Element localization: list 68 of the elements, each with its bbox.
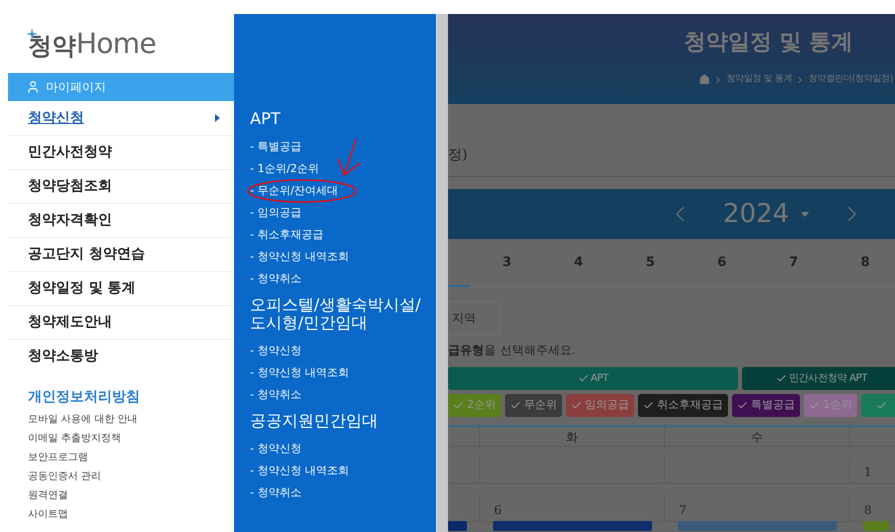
footer-link[interactable]: 이메일 추출방지정책 [28, 431, 234, 447]
calendar-cell: 8 [850, 494, 895, 522]
month-tab[interactable]: 4 [542, 252, 614, 272]
submenu-item[interactable]: - 청약신청 [250, 440, 302, 458]
policy-link[interactable]: 개인정보처리방침 [8, 387, 234, 408]
submenu-heading: 공공지원민간임대 [250, 412, 379, 430]
sidebar-item[interactable]: 청약신청 [8, 101, 234, 135]
dropdown-icon [801, 212, 810, 216]
calendar-cell: 6 [480, 494, 665, 522]
submenu-item[interactable]: - 취소후재공급 [250, 226, 324, 244]
check-icon [453, 400, 464, 411]
event-bar[interactable] [863, 520, 890, 531]
page-subtitle: 정) [448, 146, 468, 165]
weekday-header: 화 [480, 427, 665, 447]
submenu-item[interactable]: - 청약신청 내역조회 [250, 462, 349, 480]
month-tab[interactable]: 7 [758, 252, 830, 272]
filter-button[interactable]: 특별공급 [732, 394, 800, 417]
footer-link[interactable]: 사이트맵 [28, 507, 234, 523]
footer-link[interactable]: 모바일 사용에 대한 안내 [28, 412, 234, 428]
submenu-item[interactable]: - 특별공급 [250, 138, 302, 156]
page-title: 청약일정 및 통계 [684, 29, 854, 57]
submenu-heading: 오피스텔/생활숙박시설/도시형/민간임대 [250, 296, 422, 332]
submenu-item[interactable]: - 청약신청 [250, 342, 302, 360]
event-bar[interactable] [678, 520, 837, 531]
check-icon [510, 400, 521, 411]
check-icon [571, 400, 582, 411]
month-tab[interactable]: 8 [829, 252, 895, 272]
submenu-item[interactable]: - 청약신청 내역조회 [250, 364, 349, 382]
calendar-cell: 7 [665, 494, 850, 522]
footer-link[interactable]: 보안프로그램 [28, 450, 234, 466]
calendar-cell [448, 427, 480, 447]
tab-indicator [448, 285, 470, 287]
filter-button[interactable]: 취소후재공급 [638, 394, 728, 417]
month-tab[interactable]: 6 [686, 252, 758, 272]
month-tab[interactable]: 3 [471, 252, 543, 272]
instruction-text: 급유형을 선택해주세요. [448, 342, 577, 359]
calendar-cell: 1 [850, 457, 895, 484]
user-icon [26, 80, 40, 94]
check-icon [876, 400, 887, 411]
check-icon [809, 400, 820, 411]
submenu-item[interactable]: - 청약취소 [250, 270, 302, 288]
submenu-item[interactable]: - 청약취소 [250, 484, 302, 502]
region-tab[interactable]: 지역 [448, 301, 500, 335]
check-icon [578, 373, 589, 384]
mypage-bar[interactable]: 마이페이지 [8, 73, 234, 101]
event-bar[interactable] [448, 520, 467, 531]
filter-button[interactable] [861, 394, 895, 417]
submenu-item[interactable]: - 임의공급 [250, 204, 302, 222]
submenu-heading: APT [250, 110, 282, 128]
submenu-item[interactable]: - 1순위/2순위 [250, 160, 320, 178]
event-bar[interactable] [493, 520, 652, 531]
logo[interactable]: 청약Home [28, 30, 156, 58]
filter-group-button[interactable]: 민간사전청약 APT [742, 367, 895, 390]
footer-link[interactable]: 원격연결 [28, 488, 234, 504]
weekday-header: 수 [665, 427, 850, 447]
filter-button[interactable]: 무순위 [505, 394, 562, 417]
month-tab[interactable]: 5 [614, 252, 686, 272]
submenu-item[interactable]: - 청약신청 내역조회 [250, 248, 349, 266]
footer-link[interactable]: 공동인증서 관리 [28, 469, 234, 485]
check-icon [776, 373, 787, 384]
scrollbar[interactable] [436, 14, 448, 532]
check-icon [737, 400, 748, 411]
submenu-item[interactable]: - 청약취소 [250, 386, 302, 404]
check-icon [643, 400, 654, 411]
filter-group-button[interactable]: APT [448, 367, 738, 390]
home-icon[interactable] [699, 74, 710, 86]
calendar-cell [448, 457, 480, 484]
caret-icon [215, 114, 220, 122]
